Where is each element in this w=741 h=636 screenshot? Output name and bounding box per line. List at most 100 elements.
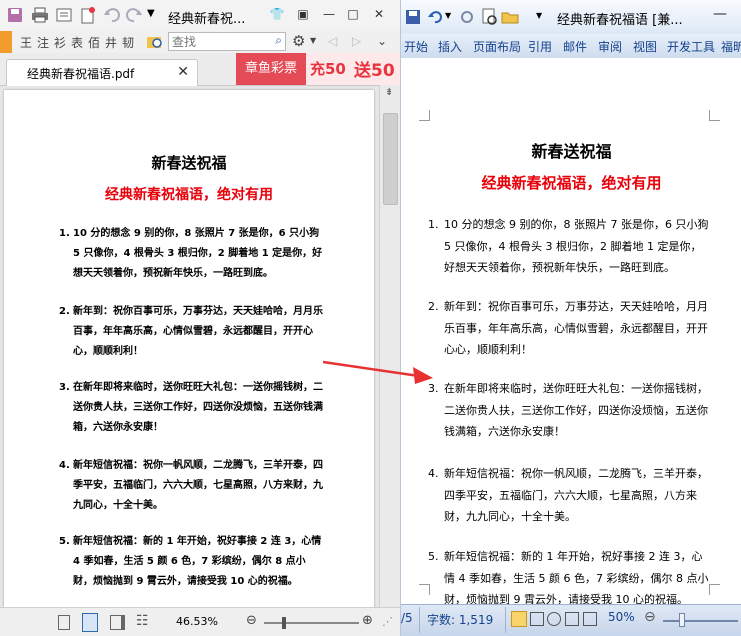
item-text: 新年短信祝福：新的 1 年开始，祝好事接 2 连 3，心情 4 季如春，生活 5… bbox=[73, 536, 322, 587]
outline-view-icon[interactable] bbox=[565, 612, 579, 626]
page-indicator[interactable]: /5 bbox=[401, 611, 413, 625]
document-tab[interactable]: 经典新春祝福语.pdf ✕ bbox=[6, 59, 198, 86]
item-text: 在新年即将来临时，送你旺旺大礼包：一送你摇钱树，二送你贵人扶，三送你工作好，四送… bbox=[444, 382, 708, 438]
pdf-status-bar: ☷ 46.53% ⊖ ⊕ ⋰ bbox=[0, 607, 400, 636]
tool-item[interactable]: 衫 bbox=[54, 34, 66, 51]
save-icon[interactable] bbox=[6, 6, 24, 24]
draft-view-icon[interactable] bbox=[583, 612, 597, 626]
tab-home[interactable]: 开始 bbox=[404, 38, 428, 55]
customize-dropdown-icon[interactable]: ▼ bbox=[147, 8, 165, 26]
undo-dropdown-icon[interactable]: ▼ bbox=[445, 11, 451, 20]
app-menu-button[interactable] bbox=[0, 31, 12, 53]
tab-foxit[interactable]: 福昕 bbox=[721, 38, 741, 55]
redo-icon[interactable] bbox=[125, 6, 143, 24]
single-page-view-icon[interactable] bbox=[58, 615, 70, 630]
tab-developer[interactable]: 开发工具 bbox=[667, 38, 715, 55]
document-title: 新春送祝福 bbox=[151, 154, 227, 172]
nav-back-icon[interactable]: ◁ bbox=[328, 34, 337, 48]
continuous-facing-view-icon[interactable]: ☷ bbox=[136, 613, 149, 629]
list-item: 3. 在新年即将来临时，送你旺旺大礼包：一送你摇钱树，二送你贵人扶，三送你工作好，… bbox=[428, 378, 710, 443]
advertisement-banner[interactable]: 章鱼彩票 充50 送50 bbox=[236, 53, 400, 85]
tool-item[interactable]: 韧 bbox=[122, 34, 134, 51]
item-number: 5. bbox=[428, 550, 439, 563]
word-window-title: 经典新春祝福语 [兼... bbox=[557, 13, 683, 28]
minimize-button[interactable]: — bbox=[318, 5, 340, 23]
document-subtitle: 经典新春祝福语，绝对有用 bbox=[481, 174, 662, 192]
item-text: 在新年即将来临时，送你旺旺大礼包：一送你摇钱树，二送你贵人扶，三送你工作好，四送… bbox=[73, 382, 323, 433]
find-folder-icon[interactable] bbox=[146, 33, 164, 51]
tool-item[interactable]: 表 bbox=[71, 34, 83, 51]
item-number: 1. bbox=[59, 228, 70, 239]
facing-view-icon[interactable] bbox=[110, 615, 125, 630]
close-tab-icon[interactable]: ✕ bbox=[177, 64, 189, 80]
list-item: 5. 新年短信祝福：新的 1 年开始，祝好事接 2 连 3，心情 4 季如春，生活… bbox=[59, 532, 323, 592]
save-icon[interactable] bbox=[405, 9, 421, 28]
list-item: 1. 10 分的想念 9 别的你，8 张照片 7 张是你，6 只小狗 5 只像你，… bbox=[59, 224, 323, 284]
list-item: 3. 在新年即将来临时，送你旺旺大礼包：一送你摇钱树，二送你贵人扶，三送你工作好，… bbox=[59, 378, 323, 438]
tab-insert[interactable]: 插入 bbox=[438, 38, 462, 55]
item-number: 3. bbox=[59, 382, 70, 393]
redo-icon[interactable] bbox=[459, 9, 475, 28]
zoom-level[interactable]: 50% bbox=[608, 610, 635, 624]
pdf-vertical-scrollbar[interactable]: ⇟ bbox=[379, 85, 400, 610]
zoom-in-icon[interactable]: ⊕ bbox=[362, 613, 373, 628]
document-subtitle: 经典新春祝福语，绝对有用 bbox=[105, 187, 273, 203]
word-quick-access-toolbar: ▼ ▼ 经典新春祝福语 [兼... — bbox=[401, 0, 741, 34]
zoom-slider-handle[interactable] bbox=[282, 617, 286, 629]
search-icon[interactable]: ⌕ bbox=[275, 33, 282, 48]
maximize-button[interactable]: □ bbox=[342, 5, 364, 23]
tab-view[interactable]: 视图 bbox=[633, 38, 657, 55]
zoom-slider-track[interactable] bbox=[264, 622, 359, 624]
tool-item[interactable]: 王 bbox=[20, 34, 32, 51]
new-document-icon[interactable] bbox=[79, 6, 97, 24]
zoom-slider-track[interactable] bbox=[663, 620, 738, 622]
item-text: 新年到：祝你百事可乐，万事芬达，天天娃哈哈，月月乐百事，年年高乐高，心情似雪碧，… bbox=[73, 306, 323, 357]
status-divider bbox=[419, 607, 420, 633]
minimize-button[interactable]: — bbox=[706, 6, 734, 26]
search-input[interactable] bbox=[172, 34, 268, 49]
tab-page-layout[interactable]: 页面布局 bbox=[473, 38, 521, 55]
zoom-level[interactable]: 46.53% bbox=[176, 615, 218, 628]
settings-gear-icon[interactable]: ⚙ bbox=[292, 32, 305, 50]
open-folder-icon[interactable] bbox=[501, 8, 519, 29]
tab-review[interactable]: 审阅 bbox=[598, 38, 622, 55]
list-item: 4. 新年短信祝福：祝你一帆风顺，二龙腾飞，三羊开泰，四季平安，五福临门，六六大顺… bbox=[428, 463, 710, 528]
tab-references[interactable]: 引用 bbox=[528, 38, 552, 55]
properties-icon[interactable] bbox=[55, 6, 73, 24]
web-layout-icon[interactable] bbox=[547, 612, 561, 626]
tool-item[interactable]: 佰 bbox=[88, 34, 100, 51]
continuous-view-icon[interactable] bbox=[82, 613, 98, 632]
word-ribbon-tabs: 开始 插入 页面布局 引用 邮件 审阅 视图 开发工具 福昕 bbox=[401, 34, 741, 59]
tool-item[interactable]: 注 bbox=[37, 34, 49, 51]
search-box: ⌕ bbox=[168, 32, 286, 51]
resize-grip-icon[interactable]: ⋰ bbox=[382, 615, 393, 628]
ad-brand: 章鱼彩票 bbox=[236, 53, 306, 85]
restore-layout-icon[interactable]: ▣ bbox=[292, 5, 314, 23]
settings-dropdown-icon[interactable]: ▼ bbox=[310, 36, 316, 45]
print-layout-view-icon[interactable] bbox=[511, 611, 527, 627]
item-number: 5. bbox=[59, 536, 70, 547]
pdf-reader-window: ▼ 经典新春祝... 👕 ▣ — □ ✕ 王 注 衫 表 佰 井 韧 ⌕ ⚙ ▼… bbox=[0, 0, 400, 636]
tab-mailings[interactable]: 邮件 bbox=[563, 38, 587, 55]
skin-icon[interactable]: 👕 bbox=[266, 5, 288, 23]
full-screen-reading-icon[interactable] bbox=[530, 612, 544, 626]
customize-dropdown-icon[interactable]: ▼ bbox=[536, 11, 542, 20]
zoom-out-icon[interactable]: ⊖ bbox=[246, 613, 257, 628]
close-button[interactable]: ✕ bbox=[368, 5, 390, 23]
list-item: 2. 新年到：祝你百事可乐，万事芬达，天天娃哈哈，月月乐百事，年年高乐高，心情似雪… bbox=[59, 302, 323, 362]
scrollbar-thumb[interactable] bbox=[383, 113, 398, 205]
print-preview-icon[interactable] bbox=[480, 8, 498, 29]
word-count[interactable]: 字数: 1,519 bbox=[427, 611, 493, 628]
zoom-slider-handle[interactable] bbox=[679, 613, 685, 627]
undo-icon[interactable] bbox=[427, 9, 443, 28]
nav-forward-icon[interactable]: ▷ bbox=[352, 34, 361, 48]
tool-item[interactable]: 井 bbox=[105, 34, 117, 51]
status-divider bbox=[505, 607, 506, 633]
list-item: 4. 新年短信祝福：祝你一帆风顺，二龙腾飞，三羊开泰，四季平安，五福临门，六六大顺… bbox=[59, 456, 323, 516]
item-number: 1. bbox=[428, 218, 439, 231]
print-icon[interactable] bbox=[31, 6, 49, 24]
zoom-out-icon[interactable]: ⊖ bbox=[644, 609, 656, 625]
chevron-down-icon[interactable]: ⌄ bbox=[377, 34, 387, 48]
undo-icon[interactable] bbox=[103, 6, 121, 24]
scroll-split-icon[interactable]: ⇟ bbox=[385, 87, 393, 98]
